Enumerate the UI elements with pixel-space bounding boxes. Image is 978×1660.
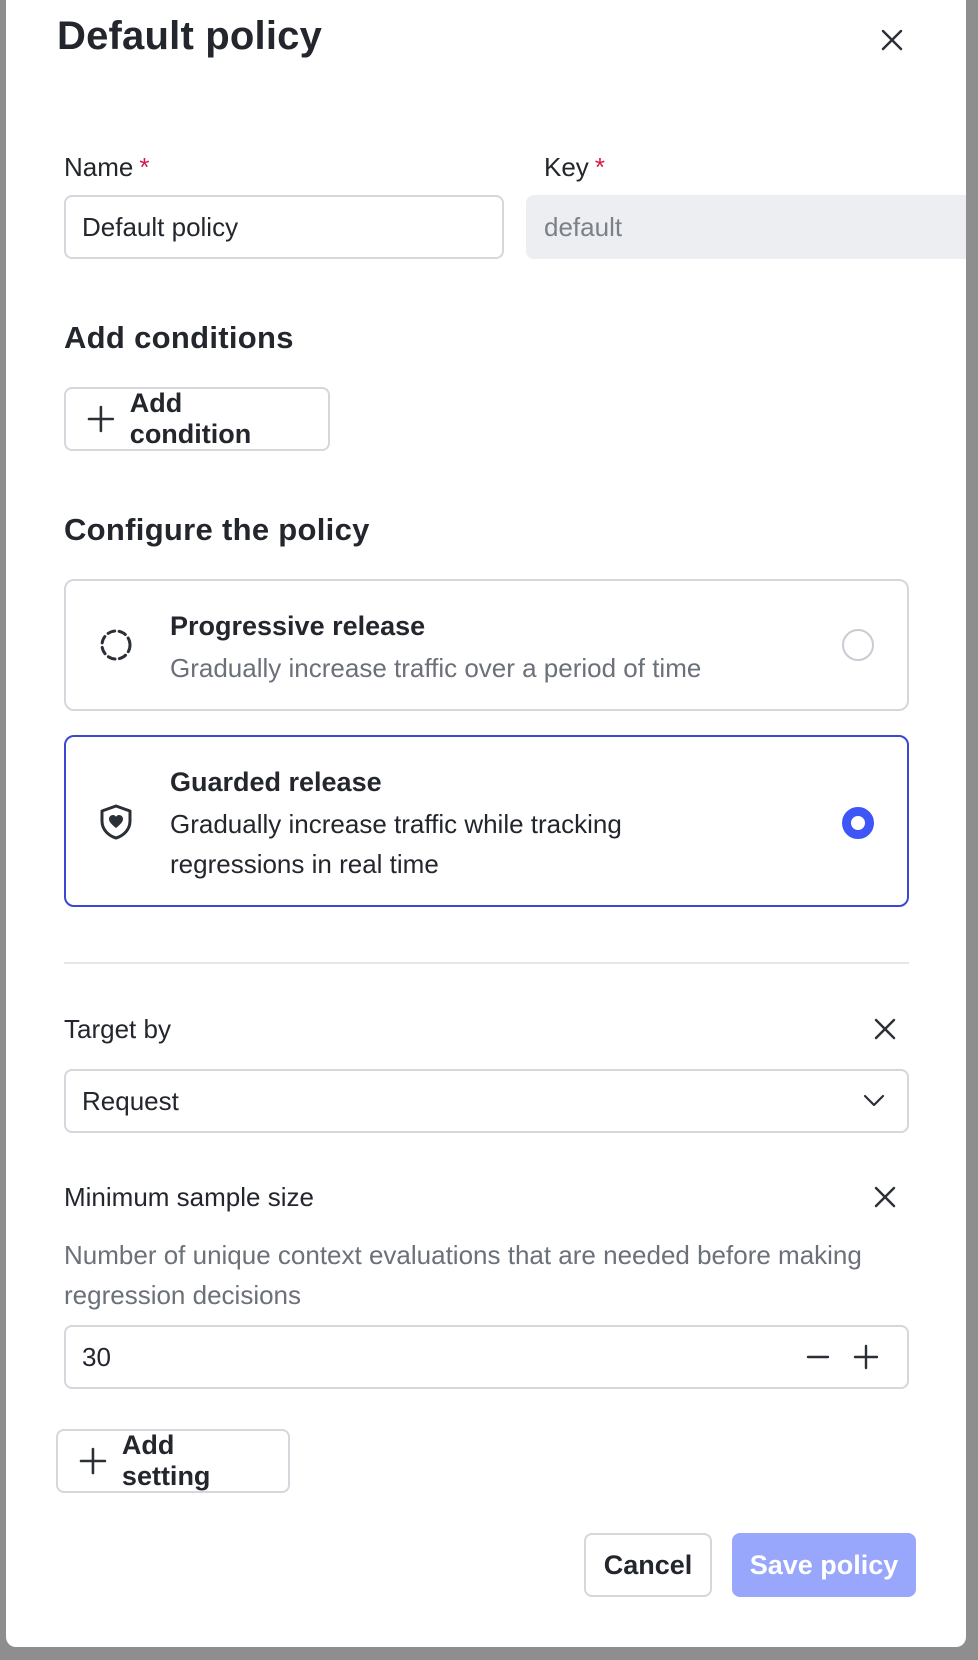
key-label-text: Key [544,152,589,182]
option-title: Guarded release [170,767,382,797]
increment-button[interactable] [848,1339,884,1375]
decrement-button[interactable] [800,1339,836,1375]
min-sample-label: Minimum sample size [64,1182,314,1212]
progress-circle-icon [100,629,132,661]
key-label: Key * [544,152,605,183]
required-mark: * [139,152,150,182]
min-sample-helper: Number of unique context evaluations tha… [64,1240,862,1310]
add-conditions-heading: Add conditions [64,320,294,355]
divider [64,962,909,964]
name-input-value: Default policy [82,211,239,242]
option-title: Progressive release [170,611,426,641]
add-setting-button[interactable]: Add setting [56,1429,290,1493]
key-input: default [526,195,966,259]
option-description: Gradually increase traffic while trackin… [170,809,622,879]
policy-dialog: Default policy Name * Default policy Key *… [6,0,966,1647]
dialog-title: Default policy [57,14,323,58]
minus-icon [806,1355,830,1359]
add-condition-button[interactable]: Add condition [64,387,330,451]
plus-icon [853,1344,879,1370]
required-mark: * [594,152,605,182]
option-guarded-release[interactable]: Guarded release Gradually increase traff… [64,735,909,907]
target-by-label: Target by [64,1014,171,1044]
add-condition-label: Add condition [129,388,252,449]
target-by-value: Request [82,1085,179,1116]
add-setting-label: Add setting [121,1430,211,1491]
min-sample-value: 30 [82,1341,111,1372]
plus-icon [79,1447,107,1475]
shield-heart-icon [100,804,132,840]
remove-target-by-button[interactable] [868,1012,902,1046]
name-input[interactable]: Default policy [64,195,504,259]
cancel-button[interactable]: Cancel [584,1533,712,1597]
save-policy-button[interactable]: Save policy [732,1533,916,1597]
name-label-text: Name [64,152,134,182]
configure-policy-heading: Configure the policy [64,512,370,547]
close-dialog-button[interactable] [874,22,910,58]
close-icon [874,1186,896,1208]
radio-progressive-release[interactable] [842,629,874,661]
option-description: Gradually increase traffic over a period… [170,653,702,683]
target-by-select[interactable]: Request [64,1069,909,1133]
radio-guarded-release[interactable] [842,807,874,839]
chevron-down-icon [863,1094,885,1107]
close-icon [874,1018,896,1040]
min-sample-input[interactable]: 30 [64,1325,909,1389]
option-progressive-release[interactable]: Progressive release Gradually increase t… [64,579,909,711]
plus-icon [87,405,115,433]
name-label: Name * [64,152,149,183]
key-input-value: default [544,211,623,242]
close-icon [881,29,903,51]
remove-min-sample-button[interactable] [868,1180,902,1214]
